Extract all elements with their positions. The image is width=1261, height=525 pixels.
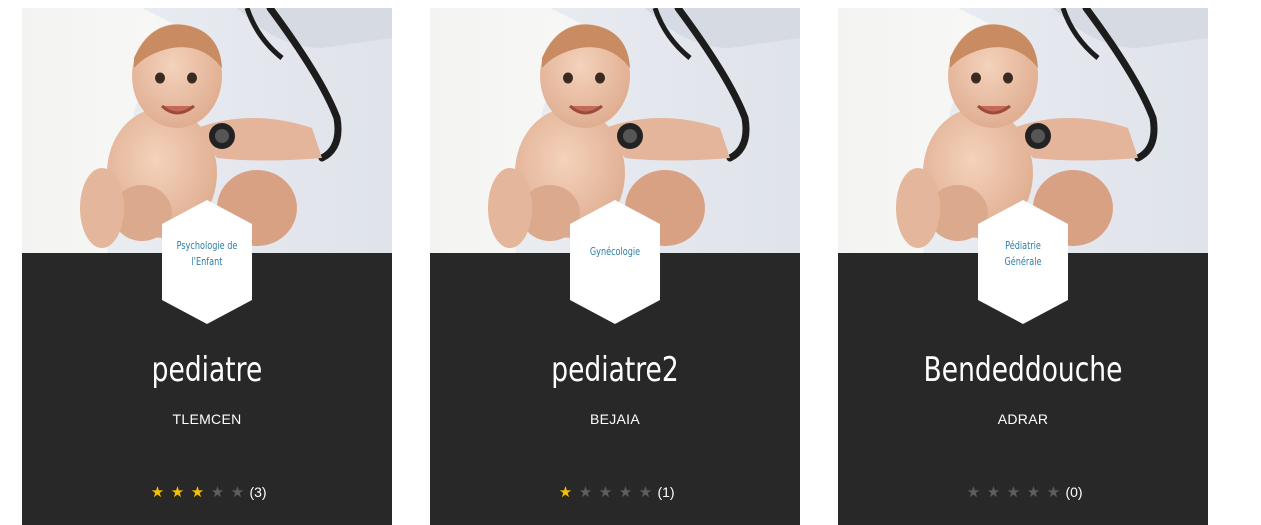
doctor-name[interactable]: Bendeddouche xyxy=(879,350,1168,390)
doctor-card[interactable]: Pédiatrie Générale Bendeddouche ADRAR ★ ★… xyxy=(838,8,1208,525)
rating: ★ ★ ★ ★ ★ (3) xyxy=(22,482,392,502)
star-icon: ★ xyxy=(598,483,613,501)
specialty-label: Psychologie de l'Enfant xyxy=(176,239,238,268)
doctor-name[interactable]: pediatre2 xyxy=(471,350,760,390)
star-icon: ★ xyxy=(210,483,225,501)
star-icon: ★ xyxy=(638,483,653,501)
doctor-card[interactable]: Gynécologie pediatre2 BEJAIA ★ ★ ★ ★ ★ (1) xyxy=(430,8,800,525)
star-icon: ★ xyxy=(150,483,165,501)
star-icon: ★ xyxy=(190,483,205,501)
doctor-card-list: Psychologie de l'Enfant pediatre TLEMCEN… xyxy=(0,0,1261,525)
rating-count: (1) xyxy=(657,484,675,500)
star-icon: ★ xyxy=(966,483,981,501)
doctor-city: ADRAR xyxy=(997,411,1049,427)
doctor-city: BEJAIA xyxy=(589,411,641,427)
star-icon: ★ xyxy=(1006,483,1021,501)
rating-count: (0) xyxy=(1065,484,1083,500)
doctor-name[interactable]: pediatre xyxy=(63,350,352,390)
specialty-badge: Psychologie de l'Enfant xyxy=(162,200,252,324)
star-icon: ★ xyxy=(1026,483,1041,501)
star-icon: ★ xyxy=(1046,483,1061,501)
specialty-label: Gynécologie xyxy=(589,245,641,258)
specialty-label: Pédiatrie Générale xyxy=(1004,239,1042,268)
doctor-city: TLEMCEN xyxy=(172,411,242,427)
rating: ★ ★ ★ ★ ★ (1) xyxy=(430,482,800,502)
star-icon: ★ xyxy=(618,483,633,501)
rating-count: (3) xyxy=(249,484,267,500)
star-icon: ★ xyxy=(170,483,185,501)
star-icon: ★ xyxy=(558,483,573,501)
specialty-badge: Pédiatrie Générale xyxy=(978,200,1068,324)
star-icon: ★ xyxy=(230,483,245,501)
doctor-card[interactable]: Psychologie de l'Enfant pediatre TLEMCEN… xyxy=(22,8,392,525)
star-icon: ★ xyxy=(578,483,593,501)
rating: ★ ★ ★ ★ ★ (0) xyxy=(838,482,1208,502)
specialty-badge: Gynécologie xyxy=(570,200,660,324)
star-icon: ★ xyxy=(986,483,1001,501)
